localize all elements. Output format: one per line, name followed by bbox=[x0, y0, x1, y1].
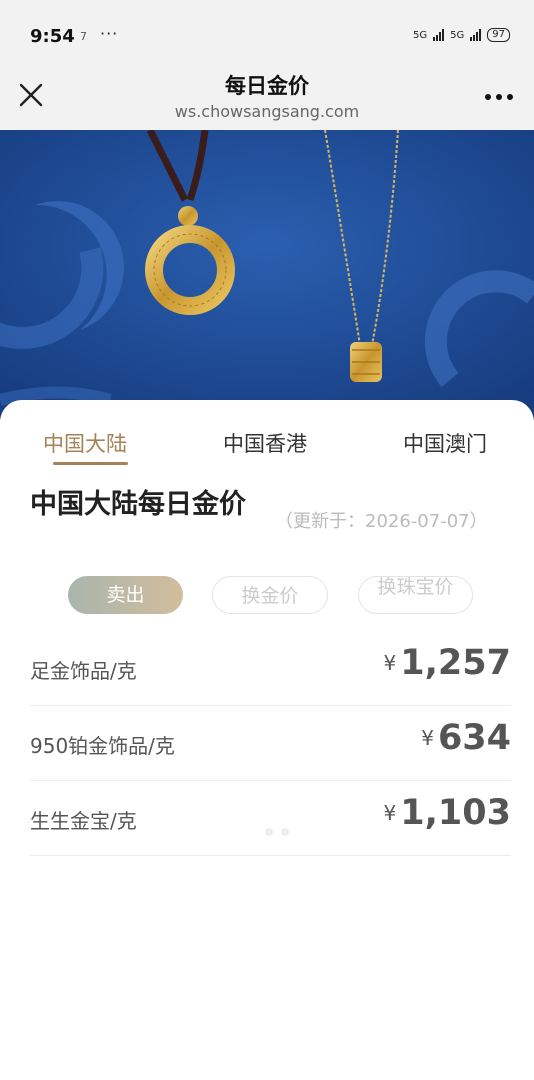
notification-badge: 7 bbox=[80, 30, 87, 43]
price-amount: 1,257 bbox=[400, 643, 511, 683]
price-value: ¥634 bbox=[421, 718, 511, 758]
price-label: 950铂金饰品/克 bbox=[30, 734, 175, 758]
price-label: 足金饰品/克 bbox=[30, 659, 137, 683]
currency-symbol: ¥ bbox=[421, 726, 434, 750]
price-value: ¥1,103 bbox=[384, 793, 511, 833]
price-type-sell[interactable]: 卖出 bbox=[68, 576, 183, 614]
title-bar: 每日金价 ws.chowsangsang.com bbox=[0, 60, 534, 132]
pagination-dots bbox=[265, 828, 289, 836]
more-options-icon[interactable] bbox=[484, 90, 514, 101]
more-notifications-icon: ··· bbox=[100, 24, 119, 43]
tab-macau[interactable]: 中国澳门 bbox=[403, 428, 487, 458]
currency-symbol: ¥ bbox=[383, 651, 397, 675]
tab-mainland[interactable]: 中国大陆 bbox=[43, 428, 127, 458]
price-row: 足金饰品/克 ¥1,257 bbox=[30, 631, 511, 706]
page-title: 每日金价 bbox=[225, 74, 309, 98]
signal-icon bbox=[433, 29, 445, 41]
jewelry-banner-image bbox=[0, 130, 534, 420]
price-amount: 634 bbox=[437, 718, 511, 758]
active-tab-indicator bbox=[53, 462, 128, 465]
update-timestamp: （更新于：2026-07-07） bbox=[275, 511, 488, 532]
price-amount: 1,103 bbox=[400, 793, 511, 833]
network-label-1: 5G bbox=[413, 29, 428, 41]
price-value: ¥1,257 bbox=[384, 643, 511, 683]
battery-icon: 97 bbox=[487, 28, 510, 42]
status-bar: 9:54 7 ··· 5G 5G 97 bbox=[0, 0, 534, 68]
status-time: 9:54 bbox=[30, 26, 75, 47]
status-indicators: 5G 5G 97 bbox=[413, 28, 510, 42]
price-label: 生生金宝/克 bbox=[30, 809, 137, 833]
currency-symbol: ¥ bbox=[383, 801, 397, 825]
tab-hongkong[interactable]: 中国香港 bbox=[223, 428, 307, 458]
page-dot bbox=[265, 828, 273, 836]
price-type-exchange-jewelry[interactable]: 换珠宝价 bbox=[358, 576, 473, 614]
price-row: 950铂金饰品/克 ¥634 bbox=[30, 706, 511, 781]
page-url: ws.chowsangsang.com bbox=[174, 102, 360, 121]
page-dot bbox=[281, 828, 289, 836]
signal-icon-2 bbox=[470, 29, 482, 41]
price-row: 生生金宝/克 ¥1,103 bbox=[30, 781, 511, 856]
price-type-exchange-gold[interactable]: 换金价 bbox=[212, 576, 328, 614]
section-title: 中国大陆每日金价 bbox=[30, 489, 246, 520]
network-label-2: 5G bbox=[450, 29, 465, 41]
